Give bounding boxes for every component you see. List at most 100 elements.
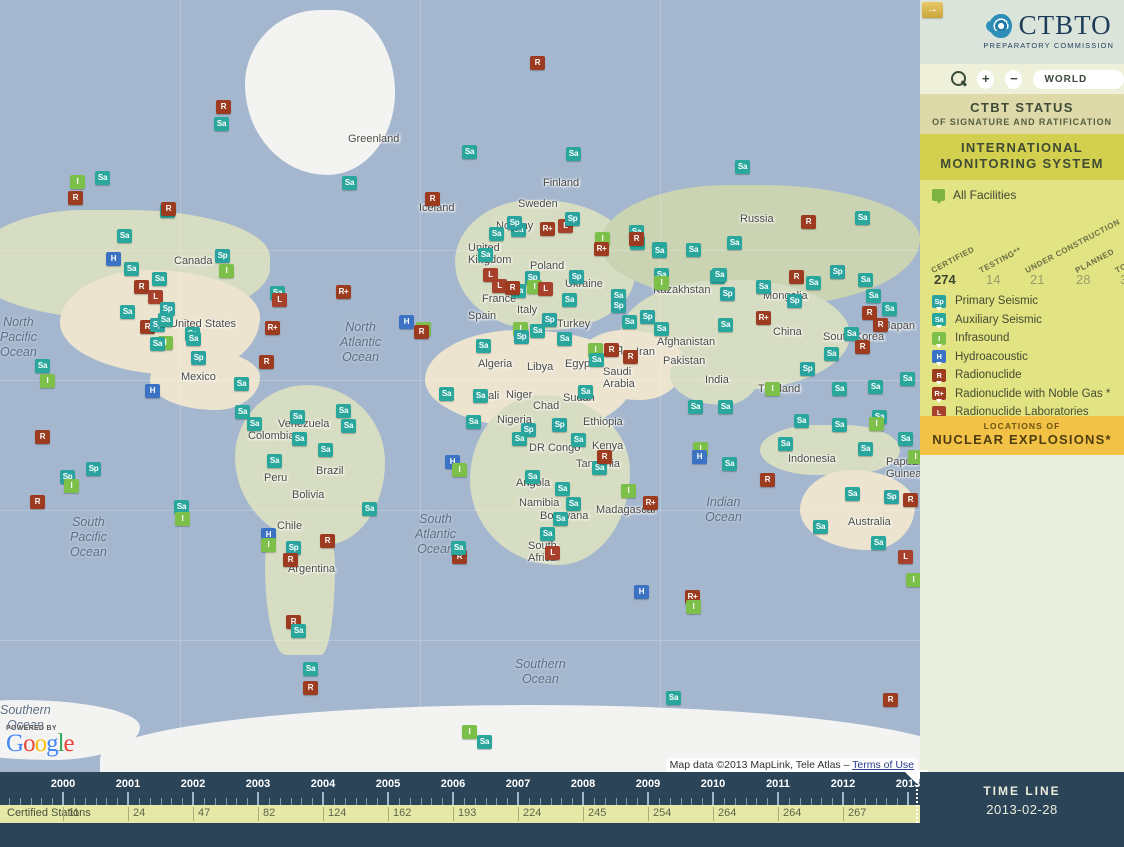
station-marker-Sa[interactable]: Sa bbox=[727, 236, 742, 250]
station-marker-Sp[interactable]: Sp bbox=[800, 362, 815, 376]
station-marker-Rplus[interactable]: R+ bbox=[540, 222, 555, 236]
station-marker-Sa[interactable]: Sa bbox=[291, 624, 306, 638]
station-marker-L[interactable]: L bbox=[898, 550, 913, 564]
station-marker-Sa[interactable]: Sa bbox=[562, 293, 577, 307]
station-marker-Sa[interactable]: Sa bbox=[806, 276, 821, 290]
timeline-year-label[interactable]: 2007 bbox=[506, 778, 530, 790]
station-marker-Sa[interactable]: Sa bbox=[117, 229, 132, 243]
station-marker-I[interactable]: I bbox=[462, 725, 477, 739]
station-marker-Sa[interactable]: Sa bbox=[318, 443, 333, 457]
station-marker-Sa[interactable]: Sa bbox=[466, 415, 481, 429]
station-marker-Sa[interactable]: Sa bbox=[553, 512, 568, 526]
station-marker-R[interactable]: R bbox=[35, 430, 50, 444]
station-marker-Sa[interactable]: Sa bbox=[589, 353, 604, 367]
legend-item-infrasound[interactable]: I Infrasound bbox=[932, 329, 1124, 348]
timeline-year-label[interactable]: 2005 bbox=[376, 778, 400, 790]
station-marker-R[interactable]: R bbox=[855, 340, 870, 354]
timeline-year-label[interactable]: 2008 bbox=[571, 778, 595, 790]
station-marker-Sa[interactable]: Sa bbox=[652, 244, 667, 258]
station-marker-I[interactable]: I bbox=[64, 479, 79, 493]
station-marker-Sa[interactable]: Sa bbox=[855, 211, 870, 225]
station-marker-Sa[interactable]: Sa bbox=[722, 457, 737, 471]
station-marker-I[interactable]: I bbox=[40, 374, 55, 388]
station-marker-R[interactable]: R bbox=[134, 280, 149, 294]
station-marker-Sa[interactable]: Sa bbox=[234, 377, 249, 391]
station-marker-I[interactable]: I bbox=[175, 512, 190, 526]
timeline-year-label[interactable]: 2001 bbox=[116, 778, 140, 790]
all-facilities-toggle[interactable]: All Facilities bbox=[920, 180, 1124, 204]
sidebar-collapse-button[interactable]: → bbox=[922, 2, 943, 18]
station-marker-I[interactable]: I bbox=[869, 417, 884, 431]
station-marker-R[interactable]: R bbox=[216, 100, 231, 114]
station-marker-Sp[interactable]: Sp bbox=[720, 287, 735, 301]
station-marker-Sa[interactable]: Sa bbox=[247, 417, 262, 431]
station-marker-Sa[interactable]: Sa bbox=[871, 536, 886, 550]
station-marker-R[interactable]: R bbox=[629, 232, 644, 246]
timeline-year-label[interactable]: 2003 bbox=[246, 778, 270, 790]
station-marker-I[interactable]: I bbox=[219, 264, 234, 278]
station-marker-Rplus[interactable]: R+ bbox=[265, 321, 280, 335]
station-marker-Sa[interactable]: Sa bbox=[686, 243, 701, 257]
station-marker-R[interactable]: R bbox=[604, 343, 619, 357]
station-marker-Sa[interactable]: Sa bbox=[303, 662, 318, 676]
station-marker-Sa[interactable]: Sa bbox=[530, 324, 545, 338]
station-marker-Sa[interactable]: Sa bbox=[832, 382, 847, 396]
station-marker-H[interactable]: H bbox=[692, 450, 707, 464]
timeline-year-label[interactable]: 2000 bbox=[51, 778, 75, 790]
station-marker-Sa[interactable]: Sa bbox=[858, 442, 873, 456]
station-marker-Sa[interactable]: Sa bbox=[451, 541, 466, 555]
station-marker-Sa[interactable]: Sa bbox=[571, 433, 586, 447]
station-marker-Sp[interactable]: Sp bbox=[884, 490, 899, 504]
station-marker-Sa[interactable]: Sa bbox=[868, 380, 883, 394]
station-marker-Sa[interactable]: Sa bbox=[718, 400, 733, 414]
station-marker-L[interactable]: L bbox=[272, 293, 287, 307]
station-marker-H[interactable]: H bbox=[106, 252, 121, 266]
station-marker-R[interactable]: R bbox=[530, 56, 545, 70]
station-marker-Sa[interactable]: Sa bbox=[900, 372, 915, 386]
station-marker-R[interactable]: R bbox=[883, 693, 898, 707]
station-marker-Sa[interactable]: Sa bbox=[882, 302, 897, 316]
station-marker-I[interactable]: I bbox=[70, 175, 85, 189]
station-marker-Sa[interactable]: Sa bbox=[566, 147, 581, 161]
station-marker-Sa[interactable]: Sa bbox=[688, 400, 703, 414]
timeline-year-label[interactable]: 2006 bbox=[441, 778, 465, 790]
station-marker-Sa[interactable]: Sa bbox=[844, 327, 859, 341]
station-marker-Sa[interactable]: Sa bbox=[858, 273, 873, 287]
station-marker-Sa[interactable]: Sa bbox=[578, 385, 593, 399]
station-marker-Sa[interactable]: Sa bbox=[124, 262, 139, 276]
station-marker-Sp[interactable]: Sp bbox=[191, 351, 206, 365]
zoom-in-button[interactable]: + bbox=[977, 69, 995, 89]
station-marker-Sa[interactable]: Sa bbox=[152, 272, 167, 286]
station-marker-Sa[interactable]: Sa bbox=[292, 432, 307, 446]
station-marker-I[interactable]: I bbox=[654, 276, 669, 290]
station-marker-I[interactable]: I bbox=[906, 573, 920, 587]
station-marker-R[interactable]: R bbox=[623, 350, 638, 364]
station-marker-H[interactable]: H bbox=[145, 384, 160, 398]
station-marker-Sa[interactable]: Sa bbox=[489, 227, 504, 241]
station-marker-Sa[interactable]: Sa bbox=[158, 313, 173, 327]
station-marker-Sa[interactable]: Sa bbox=[712, 268, 727, 282]
station-marker-I[interactable]: I bbox=[621, 484, 636, 498]
station-marker-Sa[interactable]: Sa bbox=[362, 502, 377, 516]
station-marker-Sa[interactable]: Sa bbox=[290, 410, 305, 424]
station-marker-R[interactable]: R bbox=[68, 191, 83, 205]
station-marker-Rplus[interactable]: R+ bbox=[336, 285, 351, 299]
station-marker-Sa[interactable]: Sa bbox=[214, 117, 229, 131]
station-marker-I[interactable]: I bbox=[261, 538, 276, 552]
station-marker-Sa[interactable]: Sa bbox=[845, 487, 860, 501]
station-marker-L[interactable]: L bbox=[538, 282, 553, 296]
station-marker-Sa[interactable]: Sa bbox=[462, 145, 477, 159]
legend-item-hydroacoustic[interactable]: H Hydroacoustic bbox=[932, 348, 1124, 367]
station-marker-Sa[interactable]: Sa bbox=[95, 171, 110, 185]
station-marker-Sp[interactable]: Sp bbox=[552, 418, 567, 432]
station-marker-Sa[interactable]: Sa bbox=[898, 432, 913, 446]
station-marker-Sa[interactable]: Sa bbox=[186, 332, 201, 346]
station-marker-Sa[interactable]: Sa bbox=[120, 305, 135, 319]
station-marker-R[interactable]: R bbox=[505, 281, 520, 295]
station-marker-Sa[interactable]: Sa bbox=[566, 497, 581, 511]
station-marker-R[interactable]: R bbox=[30, 495, 45, 509]
nuclear-explosions-section[interactable]: LOCATIONS OF NUCLEAR EXPLOSIONS* bbox=[920, 416, 1124, 455]
station-marker-R[interactable]: R bbox=[903, 493, 918, 507]
station-marker-Sa[interactable]: Sa bbox=[473, 389, 488, 403]
station-marker-Sp[interactable]: Sp bbox=[507, 216, 522, 230]
